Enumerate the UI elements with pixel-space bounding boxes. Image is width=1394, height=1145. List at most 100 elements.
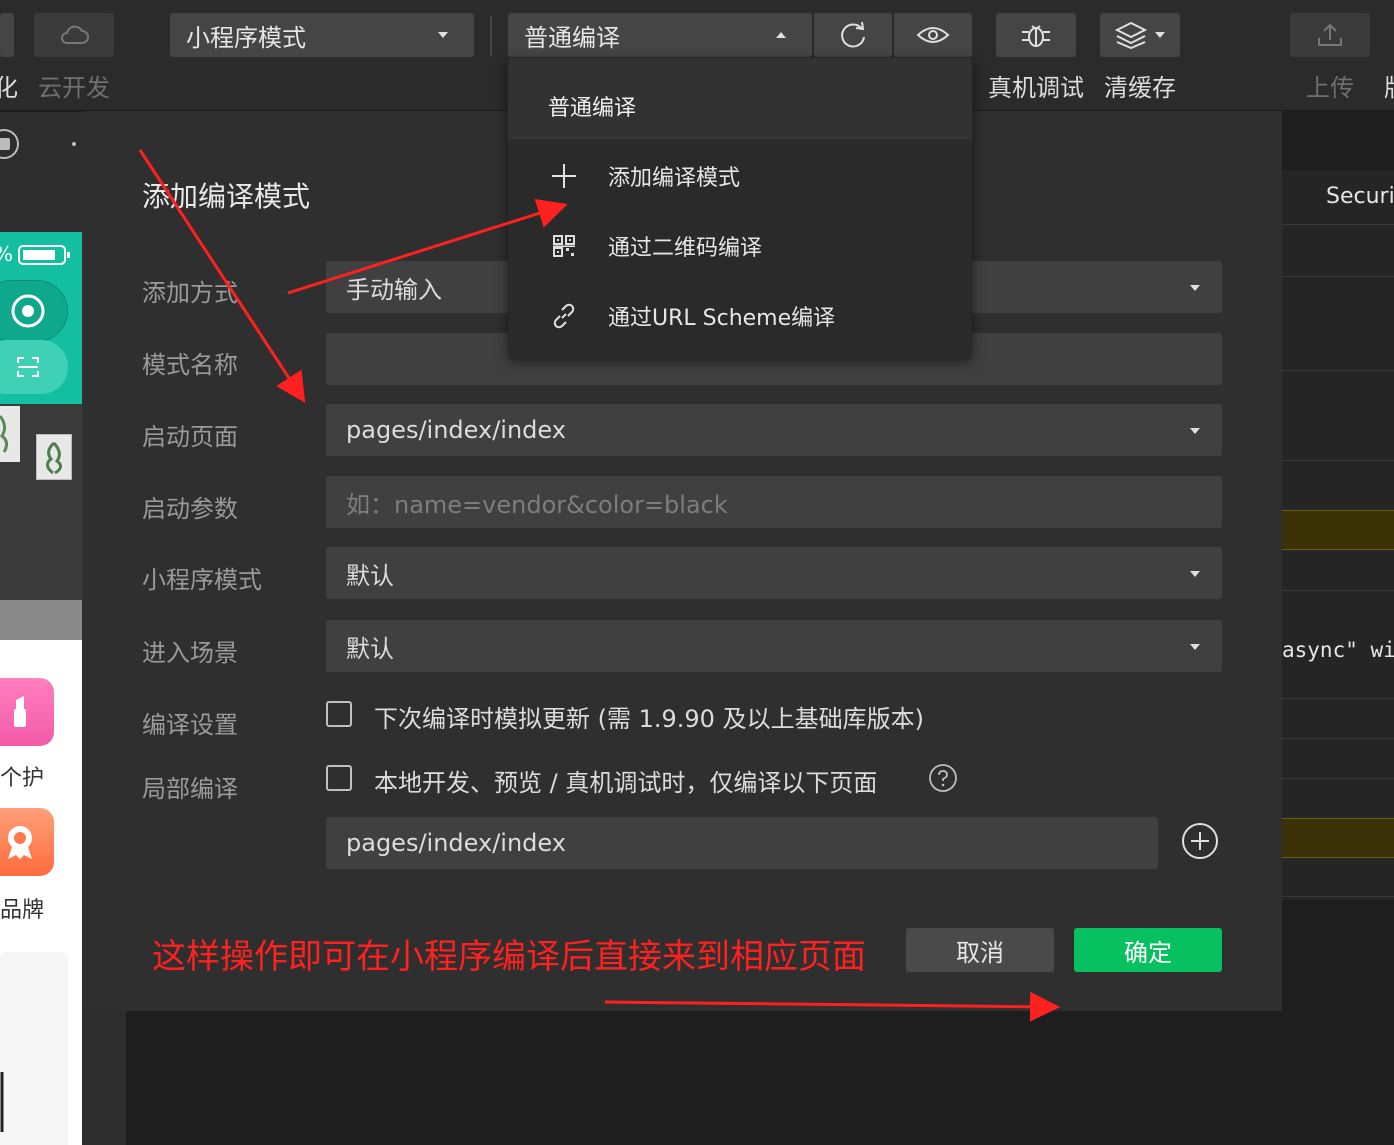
compile-dropdown-menu: 普通编译 添加编译模式 通过二维码编译 通过URL Scheme编译 xyxy=(508,58,972,358)
cloud-icon xyxy=(61,25,89,44)
more-dot-icon[interactable] xyxy=(72,142,76,146)
simulate-update-checkbox[interactable] xyxy=(326,701,352,727)
console-row xyxy=(1282,590,1394,591)
upload-label: 上传 xyxy=(1306,74,1354,102)
partial-page-input[interactable]: pages/index/index xyxy=(326,817,1158,869)
menu-header[interactable]: 普通编译 xyxy=(508,58,972,139)
confirm-button[interactable]: 确定 xyxy=(1074,928,1222,972)
help-icon[interactable] xyxy=(928,763,958,793)
partial-compile-label: 局部编译 xyxy=(142,775,238,803)
console-warning-row xyxy=(1282,818,1394,858)
mini-mode-value: 默认 xyxy=(346,561,394,590)
product-card[interactable] xyxy=(0,952,68,1145)
chevron-up-icon xyxy=(776,32,786,38)
console-row xyxy=(1282,896,1394,897)
bug-icon xyxy=(1022,25,1050,47)
console-row xyxy=(1282,370,1394,371)
battery-icon xyxy=(18,245,70,265)
upload-button[interactable] xyxy=(1290,13,1370,57)
simulator-controls xyxy=(0,126,22,166)
chevron-down-icon xyxy=(1190,285,1200,291)
banner-plant-image xyxy=(0,406,20,462)
chevron-down-icon xyxy=(438,32,448,38)
scene-label: 进入场景 xyxy=(142,639,238,667)
compile-select[interactable]: 普通编译 xyxy=(508,13,812,57)
scene-select[interactable]: 默认 xyxy=(326,620,1222,672)
partial-compile-text: 本地开发、预览 / 真机调试时，仅编译以下页面 xyxy=(374,769,878,797)
console-row xyxy=(1282,224,1394,225)
add-page-plus-circle-icon[interactable] xyxy=(1180,821,1220,861)
menu-item-qrcode-compile[interactable]: 通过二维码编译 xyxy=(508,216,972,276)
compile-select-value: 普通编译 xyxy=(524,23,620,52)
record-icon xyxy=(11,294,45,328)
dialog-title: 添加编译模式 xyxy=(142,180,311,213)
console-row xyxy=(1282,460,1394,461)
toolbar-divider xyxy=(490,16,492,56)
cancel-button[interactable]: 取消 xyxy=(906,928,1054,972)
menu-item-add-compile-mode[interactable]: 添加编译模式 xyxy=(508,146,972,206)
chevron-down-icon xyxy=(1190,644,1200,650)
clear-cache-label: 清缓存 xyxy=(1104,74,1176,102)
real-device-debug-label: 真机调试 xyxy=(988,74,1084,102)
annotation-text: 这样操作即可在小程序编译后直接来到相应页面 xyxy=(152,937,866,977)
scan-icon xyxy=(17,357,39,377)
plus-icon xyxy=(548,162,580,190)
layers-icon xyxy=(1115,21,1147,49)
battery-percent: % xyxy=(0,242,13,266)
add-method-value: 手动输入 xyxy=(346,275,442,304)
clear-cache-button[interactable] xyxy=(1100,13,1180,57)
personal-care-label: 个护 xyxy=(0,766,45,791)
cloud-label: 云开发 xyxy=(38,74,110,102)
mode-select[interactable]: 小程序模式 xyxy=(170,13,474,57)
launch-page-select[interactable]: pages/index/index xyxy=(326,404,1222,456)
menu-item-label: 添加编译模式 xyxy=(608,166,741,191)
console-row xyxy=(1282,698,1394,699)
console-row xyxy=(1282,276,1394,277)
scene-value: 默认 xyxy=(346,634,394,663)
version-label: 版 xyxy=(1384,68,1394,103)
simulate-update-text: 下次编译时模拟更新 (需 1.9.90 及以上基础库版本) xyxy=(374,705,924,733)
stop-circle-icon[interactable] xyxy=(0,126,22,162)
compile-settings-label: 编译设置 xyxy=(142,711,238,739)
menu-item-label: 通过二维码编译 xyxy=(608,236,763,261)
partial-compile-checkbox[interactable] xyxy=(326,765,352,791)
cloud-button[interactable] xyxy=(34,13,114,57)
chevron-down-icon xyxy=(1190,571,1200,577)
launch-params-label: 启动参数 xyxy=(142,495,238,523)
brand-tile[interactable] xyxy=(0,808,54,876)
refresh-button[interactable] xyxy=(814,13,892,57)
simulator-gutter xyxy=(82,1010,126,1145)
preview-button[interactable] xyxy=(894,13,972,57)
real-device-debug-button[interactable] xyxy=(996,13,1076,57)
plant-thumbnail-image xyxy=(36,434,72,480)
product-image xyxy=(0,1072,4,1132)
phone-banner xyxy=(0,404,82,600)
chevron-down-icon xyxy=(1190,428,1200,434)
launch-params-input[interactable]: 如：name=vendor&color=black xyxy=(326,476,1222,528)
phone-header: % xyxy=(0,232,82,404)
menu-header-label: 普通编译 xyxy=(548,96,637,121)
phone-content: 个护 品牌 xyxy=(0,640,82,1145)
phone-divider xyxy=(0,600,82,640)
mini-mode-label: 小程序模式 xyxy=(142,566,262,594)
chevron-down-icon xyxy=(1155,32,1165,38)
toolbar-cut-label: 化 xyxy=(0,74,18,102)
toolbar-cut-button[interactable] xyxy=(0,13,14,57)
personal-care-tile[interactable] xyxy=(0,678,54,746)
link-icon xyxy=(548,303,580,329)
menu-item-url-scheme-compile[interactable]: 通过URL Scheme编译 xyxy=(508,286,972,346)
refresh-icon xyxy=(841,21,865,48)
add-method-label: 添加方式 xyxy=(142,279,238,307)
console-row xyxy=(1282,778,1394,779)
menu-item-label: 通过URL Scheme编译 xyxy=(608,306,836,331)
partial-page-value: pages/index/index xyxy=(346,829,566,857)
console-panel: Securit async" wi xyxy=(1282,170,1394,900)
scan-button[interactable] xyxy=(0,340,68,394)
brand-label: 品牌 xyxy=(0,898,45,923)
capsule-record-button[interactable] xyxy=(0,280,68,342)
launch-page-label: 启动页面 xyxy=(142,423,238,451)
console-code-line: async" wi xyxy=(1282,638,1394,662)
mini-mode-select[interactable]: 默认 xyxy=(326,547,1222,599)
launch-page-value: pages/index/index xyxy=(346,416,566,444)
badge-icon xyxy=(8,826,32,859)
